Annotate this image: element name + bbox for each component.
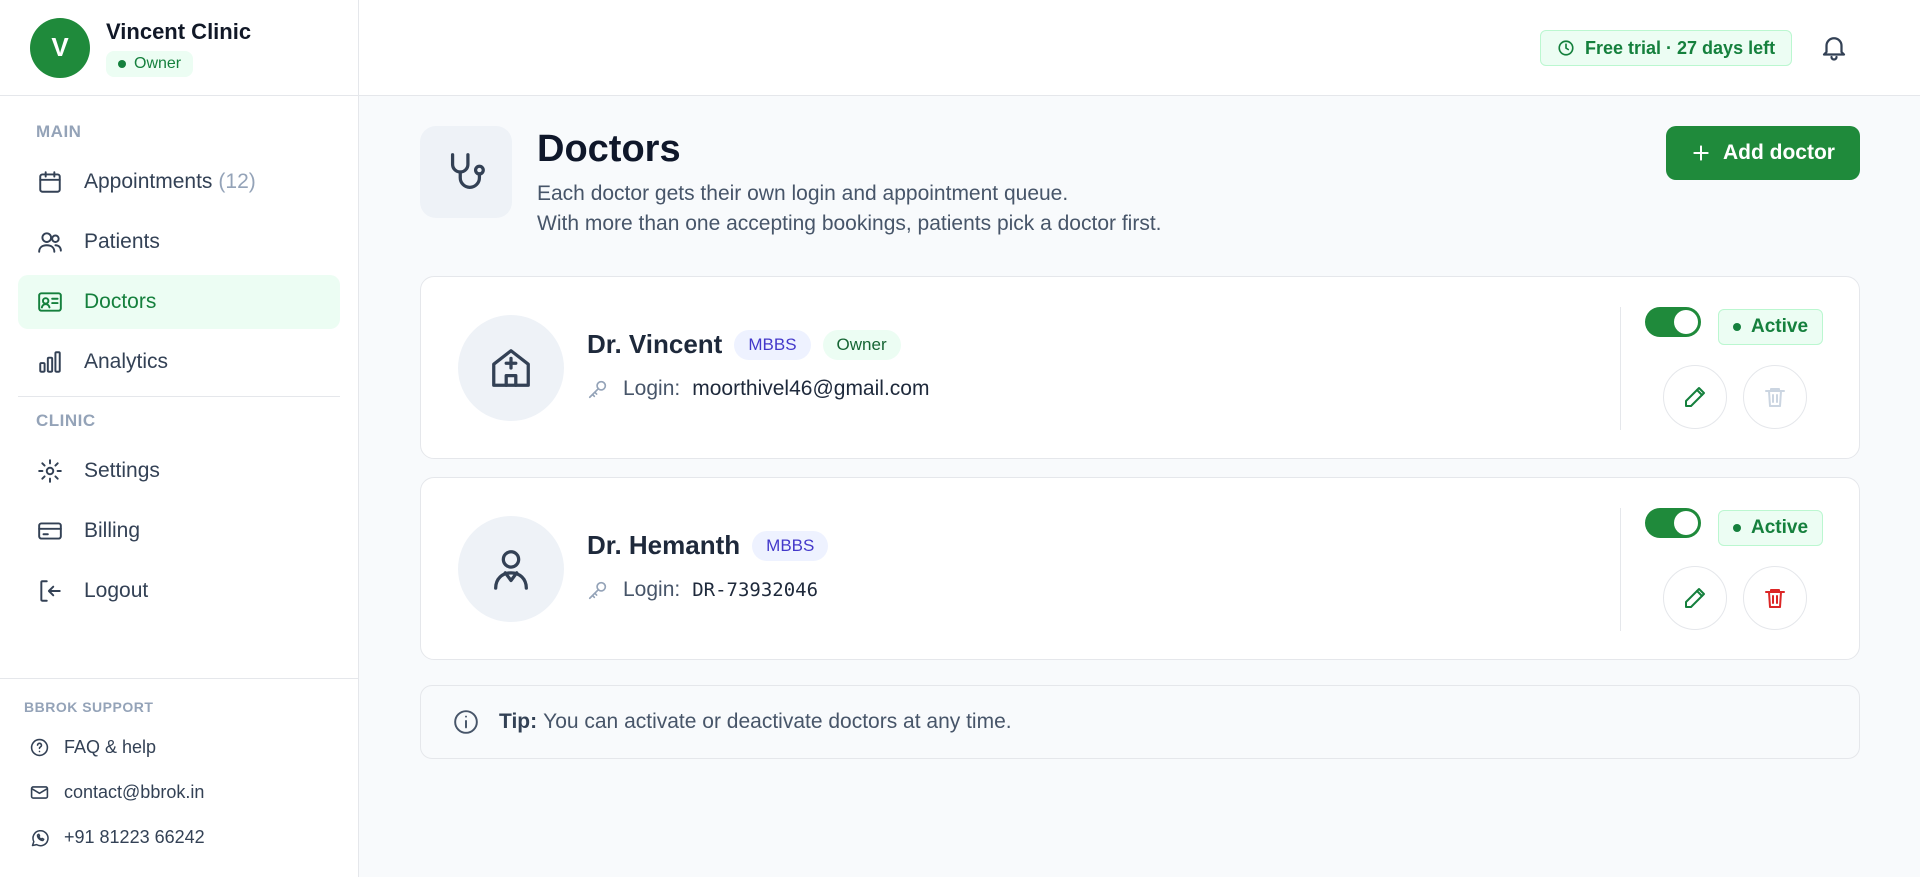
sidebar-item-label: Doctors — [84, 290, 157, 313]
clinic-building-icon — [458, 315, 564, 421]
status-dot-icon — [1733, 323, 1741, 331]
role-badge-label: Owner — [134, 54, 182, 72]
sidebar-item-label: Settings — [84, 459, 160, 482]
pencil-icon — [1683, 385, 1707, 409]
tip-banner: Tip: You can activate or deactivate doct… — [420, 685, 1860, 759]
clinic-avatar: V — [30, 17, 90, 78]
sidebar-item-patients[interactable]: Patients — [18, 215, 340, 269]
active-toggle[interactable] — [1645, 307, 1701, 337]
clock-icon — [1557, 39, 1575, 57]
delete-button[interactable] — [1743, 566, 1807, 630]
edit-button[interactable] — [1663, 365, 1727, 429]
edit-button[interactable] — [1663, 566, 1727, 630]
sidebar-item-settings[interactable]: Settings — [18, 444, 340, 498]
info-icon — [453, 708, 481, 736]
key-icon — [587, 578, 611, 602]
section-label-main: MAIN — [36, 122, 82, 141]
login-value: DR-73932046 — [692, 579, 819, 601]
degree-badge: MBBS — [752, 530, 829, 561]
trash-icon — [1763, 385, 1787, 409]
sidebar-item-label: Analytics — [84, 350, 169, 373]
faq-link[interactable]: FAQ & help — [30, 737, 156, 758]
page-subtitle-line2: With more than one accepting bookings, p… — [537, 212, 1162, 235]
users-icon — [36, 228, 64, 256]
doctor-name: Dr. Vincent — [587, 329, 723, 359]
sidebar-item-label: Logout — [84, 579, 149, 602]
sidebar-item-billing[interactable]: Billing — [18, 504, 340, 558]
sidebar-item-label: Patients — [84, 230, 160, 253]
clinic-header: V Vincent Clinic Owner — [0, 0, 358, 96]
status-label: Active — [1751, 517, 1809, 538]
sidebar-item-appointments[interactable]: Appointments (12) — [18, 155, 340, 209]
doctor-card: Dr. Vincent MBBS Owner Login: moorthivel… — [420, 276, 1860, 459]
login-label: Login: — [623, 578, 681, 601]
add-doctor-button[interactable]: Add doctor — [1666, 126, 1860, 180]
topbar: Free trial · 27 days left — [359, 0, 1920, 96]
email-link[interactable]: contact@bbrok.in — [30, 782, 204, 803]
owner-badge: Owner — [822, 329, 901, 360]
active-toggle[interactable] — [1645, 508, 1701, 538]
gear-icon — [36, 457, 64, 485]
calendar-icon — [36, 168, 64, 196]
section-label-clinic: CLINIC — [36, 411, 96, 430]
phone-link[interactable]: +91 81223 66242 — [30, 827, 205, 848]
bar-chart-icon — [36, 348, 64, 376]
login-label: Login: — [623, 377, 681, 400]
stethoscope-icon — [420, 126, 512, 218]
phone-label: +91 81223 66242 — [64, 827, 205, 847]
help-circle-icon — [30, 738, 50, 758]
status-dot-icon — [1733, 524, 1741, 532]
add-doctor-label: Add doctor — [1723, 141, 1835, 164]
trash-icon — [1763, 586, 1787, 610]
pencil-icon — [1683, 586, 1707, 610]
support-label: BBROK SUPPORT — [24, 699, 154, 715]
appointments-count: (12) — [218, 170, 256, 193]
sidebar: V Vincent Clinic Owner MAIN Appointments… — [0, 0, 359, 877]
sidebar-divider — [18, 396, 340, 397]
id-card-icon — [36, 288, 64, 316]
degree-badge: MBBS — [734, 329, 811, 360]
sidebar-item-analytics[interactable]: Analytics — [18, 335, 340, 389]
trial-badge[interactable]: Free trial · 27 days left — [1540, 30, 1793, 66]
clinic-name: Vincent Clinic — [106, 18, 252, 44]
tip-text: You can activate or deactivate doctors a… — [543, 710, 1012, 733]
email-label: contact@bbrok.in — [64, 782, 205, 802]
role-badge: Owner — [106, 50, 194, 77]
sidebar-item-label: Billing — [84, 519, 141, 542]
tip-label: Tip: — [499, 710, 538, 733]
faq-label: FAQ & help — [64, 737, 157, 757]
sidebar-item-logout[interactable]: Logout — [18, 564, 340, 618]
doctor-name: Dr. Hemanth — [587, 530, 741, 560]
doctor-person-icon — [458, 516, 564, 622]
status-dot-icon — [118, 59, 126, 68]
sidebar-item-doctors[interactable]: Doctors — [18, 275, 340, 329]
whatsapp-icon — [30, 828, 50, 848]
page-subtitle-line1: Each doctor gets their own login and app… — [537, 182, 1069, 205]
sidebar-item-label: Appointments — [84, 170, 213, 193]
credit-card-icon — [36, 517, 64, 545]
card-divider — [1620, 307, 1621, 430]
trial-label: Free trial · 27 days left — [1585, 37, 1776, 58]
key-icon — [587, 377, 611, 401]
status-label: Active — [1751, 316, 1809, 337]
delete-button[interactable] — [1743, 365, 1807, 429]
plus-icon — [1691, 143, 1711, 163]
status-badge: Active — [1718, 510, 1824, 546]
bell-icon[interactable] — [1819, 32, 1851, 64]
login-value: moorthivel46@gmail.com — [692, 377, 930, 400]
card-divider — [1620, 508, 1621, 631]
mail-icon — [30, 783, 50, 803]
support-section: BBROK SUPPORT FAQ & help contact@bbrok.i… — [0, 678, 359, 877]
doctor-card: Dr. Hemanth MBBS Login: DR-73932046 Acti… — [420, 477, 1860, 660]
page-title: Doctors — [537, 128, 681, 170]
logout-icon — [36, 577, 64, 605]
status-badge: Active — [1718, 309, 1824, 345]
